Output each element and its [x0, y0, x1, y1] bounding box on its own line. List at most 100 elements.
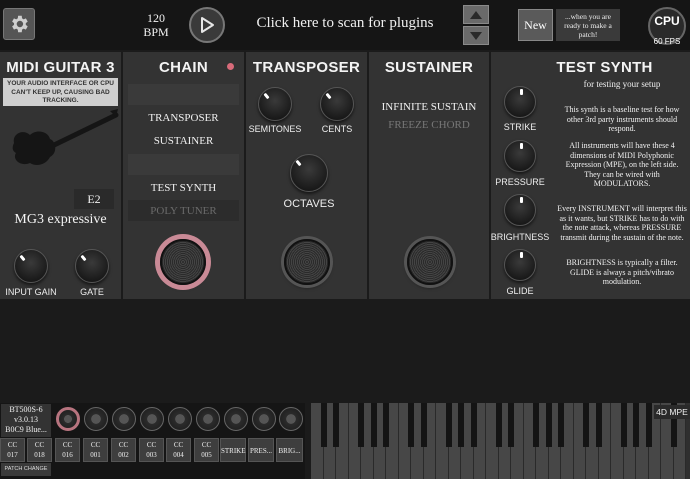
cc-knob[interactable]: [84, 407, 108, 431]
cc-button-label: CC: [201, 441, 212, 449]
cc-button-label: CC: [118, 441, 129, 449]
freeze-chord-option[interactable]: FREEZE CHORD: [369, 119, 489, 131]
keyboard-mode-label: 4D MPE: [654, 405, 690, 419]
info-paragraph: Every INSTRUMENT will interpret this as …: [557, 204, 687, 242]
black-key[interactable]: [558, 403, 564, 447]
black-key[interactable]: [420, 403, 427, 447]
cc-button-label: STRIKE: [221, 447, 246, 455]
cc-knob[interactable]: [224, 407, 248, 431]
black-key[interactable]: [620, 403, 627, 447]
cc-button-label: BRIG...: [278, 447, 301, 455]
cpu-meter: CPU 60 FPS: [646, 7, 688, 49]
input-gain-knob[interactable]: [14, 249, 48, 283]
sustainer-volume-knob[interactable]: [407, 239, 453, 285]
cc-button-number: 017: [7, 451, 18, 459]
tracking-mode[interactable]: MG3 expressive: [0, 212, 121, 228]
cc-button[interactable]: CC 016: [55, 438, 80, 462]
info-paragraph: BRIGHTNESS is typically a filter. GLIDE …: [566, 258, 678, 286]
black-key[interactable]: [495, 403, 502, 447]
black-key[interactable]: [370, 403, 377, 447]
brightness-knob[interactable]: [504, 194, 536, 226]
cc-button-number: 004: [173, 451, 184, 459]
infinite-sustain-option[interactable]: INFINITE SUSTAIN: [369, 101, 489, 113]
panel-title: SUSTAINER: [384, 59, 474, 76]
chain-item-sustainer[interactable]: SUSTAINER: [128, 130, 239, 151]
black-key[interactable]: [320, 403, 327, 447]
cc-knob[interactable]: [140, 407, 164, 431]
black-key[interactable]: [633, 403, 639, 447]
previous-patch-button[interactable]: [463, 5, 489, 24]
black-key[interactable]: [458, 403, 464, 447]
chain-item-poly-tuner[interactable]: POLY TUNER: [128, 200, 239, 221]
chain-slot-empty[interactable]: [128, 84, 239, 105]
black-key[interactable]: [408, 403, 414, 447]
gate-label: GATE: [80, 287, 104, 297]
cc-button[interactable]: CC 002: [111, 438, 136, 462]
pressure-knob[interactable]: [504, 140, 536, 172]
panel-title: TEST SYNTH: [556, 59, 653, 76]
panel-subtitle: for testing your setup: [583, 79, 661, 89]
guitar-icon: [12, 109, 119, 165]
panel-sustainer: SUSTAINER INFINITE SUSTAIN FREEZE CHORD: [369, 52, 489, 299]
black-key[interactable]: [445, 403, 452, 447]
cents-knob[interactable]: [320, 87, 354, 121]
black-key[interactable]: [508, 403, 514, 447]
detected-note: E2: [74, 189, 114, 209]
black-key[interactable]: [595, 403, 602, 447]
tempo-display[interactable]: 120 BPM: [136, 11, 176, 39]
next-patch-button[interactable]: [463, 26, 489, 45]
black-key[interactable]: [358, 403, 364, 447]
info-paragraph: This synth is a baseline test for how ot…: [564, 105, 680, 133]
cc-knob[interactable]: [252, 407, 276, 431]
cc-knob[interactable]: [168, 407, 192, 431]
transposer-volume-knob[interactable]: [284, 239, 330, 285]
chain-item-test-synth[interactable]: TEST SYNTH: [128, 177, 239, 198]
cc-knob[interactable]: [196, 407, 220, 431]
cc-knob[interactable]: [279, 407, 303, 431]
cc-button-number: 003: [146, 451, 157, 459]
black-key[interactable]: [533, 403, 539, 447]
octaves-knob[interactable]: [290, 154, 328, 192]
black-key[interactable]: [383, 403, 389, 447]
play-button[interactable]: [189, 7, 225, 43]
cc-button-label: PRES...: [250, 447, 272, 455]
strike-knob[interactable]: [504, 86, 536, 118]
brightness-mod-button[interactable]: BRIG...: [276, 438, 303, 462]
glide-label: GLIDE: [506, 286, 534, 296]
settings-button[interactable]: [3, 8, 35, 40]
chain-item-transposer[interactable]: TRANSPOSER: [128, 107, 239, 128]
mpe-keyboard[interactable]: 4D MPE: [311, 403, 690, 479]
cc-button[interactable]: CC 018: [27, 438, 52, 462]
black-key[interactable]: [545, 403, 552, 447]
black-key[interactable]: [333, 403, 339, 447]
play-icon: [201, 17, 214, 33]
device-model: BT500S-6: [9, 405, 43, 414]
cc-button-number: 002: [118, 451, 129, 459]
black-key[interactable]: [470, 403, 477, 447]
cc-button[interactable]: CC 001: [83, 438, 108, 462]
panel-title: CHAIN: [159, 59, 208, 76]
semitones-knob[interactable]: [258, 87, 292, 121]
patch-change-button[interactable]: PATCH CHANGE: [1, 463, 51, 476]
device-id: B0C9 Blue...: [5, 425, 47, 434]
strike-mod-button[interactable]: STRIKE: [220, 438, 246, 462]
cc-button[interactable]: CC 004: [166, 438, 191, 462]
chain-slot-empty[interactable]: [128, 154, 239, 175]
new-patch-hint: ...when you are ready to make a patch!: [556, 9, 620, 41]
pressure-mod-button[interactable]: PRES...: [248, 438, 274, 462]
black-key[interactable]: [583, 403, 589, 447]
cc-button-number: 016: [62, 451, 73, 459]
chain-volume-knob[interactable]: [160, 239, 206, 285]
brightness-label: BRIGHTNESS: [490, 232, 550, 242]
cc-knob[interactable]: [56, 407, 80, 431]
black-key[interactable]: [645, 403, 652, 447]
gate-knob[interactable]: [75, 249, 109, 283]
glide-knob[interactable]: [504, 249, 536, 281]
scan-plugins-link[interactable]: Click here to scan for plugins: [250, 15, 440, 32]
cc-button[interactable]: CC 005: [194, 438, 219, 462]
device-info[interactable]: BT500S-6 v3.0.13 B0C9 Blue...: [1, 404, 51, 437]
new-patch-button[interactable]: New: [518, 9, 553, 41]
cc-button[interactable]: CC 003: [139, 438, 164, 462]
cc-button[interactable]: CC 017: [0, 438, 25, 462]
cc-knob[interactable]: [112, 407, 136, 431]
